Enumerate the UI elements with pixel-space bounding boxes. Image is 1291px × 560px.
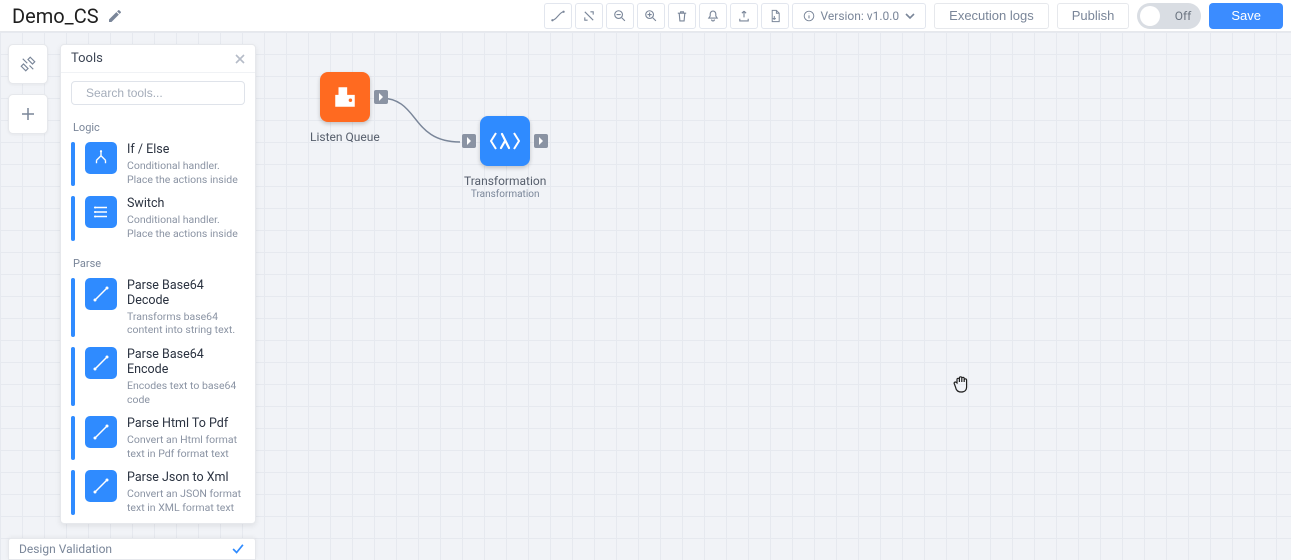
toolbar-import-button[interactable]: [761, 3, 789, 29]
drag-handle[interactable]: [71, 142, 75, 186]
node-transformation-out-port[interactable]: [534, 134, 548, 148]
tool-desc: Convert an JSON format text in XML forma…: [127, 487, 245, 514]
import-icon: [768, 9, 782, 23]
chevron-down-icon: [905, 11, 915, 21]
tool-item-json-to-xml[interactable]: Parse Json to Xml Convert an JSON format…: [71, 468, 245, 522]
node-transformation-box[interactable]: [480, 116, 530, 166]
tools-icon: [19, 55, 37, 73]
toolbar-delete-button[interactable]: [668, 3, 696, 29]
tool-title: Switch: [127, 196, 245, 211]
tool-title: Parse Json to Xml: [127, 470, 245, 485]
drag-handle[interactable]: [71, 196, 75, 240]
tool-title: Parse Base64 Decode: [127, 278, 245, 308]
group-label-parse: Parse: [73, 257, 245, 270]
toolbar-curve-button[interactable]: [544, 3, 572, 29]
save-button[interactable]: Save: [1209, 3, 1283, 29]
drag-handle[interactable]: [71, 470, 75, 514]
zoom-in-icon: [644, 9, 658, 23]
execution-logs-button[interactable]: Execution logs: [934, 3, 1049, 29]
tool-desc: Conditional handler. Place the actions i…: [127, 213, 245, 240]
zoom-out-icon: [613, 9, 627, 23]
toolbar-export-button[interactable]: [730, 3, 758, 29]
tool-desc: Transforms base64 content into string te…: [127, 310, 245, 337]
tools-search[interactable]: [71, 81, 245, 105]
save-label: Save: [1231, 8, 1261, 23]
chevron-right-icon: [377, 93, 385, 101]
tool-item-base64-decode[interactable]: Parse Base64 Decode Transforms base64 co…: [71, 276, 245, 345]
tool-item-if-else[interactable]: If / Else Conditional handler. Place the…: [71, 140, 245, 194]
trash-icon: [675, 9, 689, 23]
disconnect-icon: [582, 9, 596, 23]
drag-handle[interactable]: [71, 416, 75, 460]
tools-panel-close[interactable]: [235, 54, 245, 64]
parse-icon: [85, 416, 117, 448]
if-else-icon: [85, 142, 117, 174]
node-listen-queue-box[interactable]: [320, 72, 370, 122]
edit-icon: [107, 8, 123, 24]
publish-button[interactable]: Publish: [1057, 3, 1130, 29]
version-label: Version: v1.0.0: [821, 9, 900, 23]
export-icon: [737, 9, 751, 23]
tool-title: If / Else: [127, 142, 245, 157]
toolbar-zoom-out-button[interactable]: [606, 3, 634, 29]
tool-item-html-to-pdf[interactable]: Parse Html To Pdf Convert an Html format…: [71, 414, 245, 468]
node-transformation-label: Transformation: [464, 174, 546, 188]
info-icon: [803, 10, 815, 22]
toolbar-zoom-in-button[interactable]: [637, 3, 665, 29]
toggle-knob: [1140, 6, 1160, 26]
toolbar-bell-button[interactable]: [699, 3, 727, 29]
rabbitmq-icon: [332, 84, 358, 110]
tools-list[interactable]: Logic If / Else Conditional handler. Pla…: [61, 113, 255, 523]
node-transformation[interactable]: Transformation Transformation: [464, 116, 546, 200]
tool-title: Parse Html To Pdf: [127, 416, 245, 431]
bell-icon: [706, 9, 720, 23]
node-transformation-sublabel: Transformation: [471, 189, 540, 200]
tool-desc: Encodes text to base64 code: [127, 379, 245, 406]
check-icon: [231, 542, 245, 556]
chevron-right-icon: [465, 137, 473, 145]
tools-rail-button[interactable]: [8, 44, 48, 84]
publish-label: Publish: [1072, 8, 1115, 23]
parse-icon: [85, 347, 117, 379]
toggle-label: Off: [1175, 9, 1192, 23]
tools-search-input[interactable]: [86, 86, 241, 100]
parse-icon: [85, 278, 117, 310]
enable-toggle[interactable]: Off: [1137, 3, 1201, 29]
tool-item-base64-encode[interactable]: Parse Base64 Encode Encodes text to base…: [71, 345, 245, 414]
version-selector[interactable]: Version: v1.0.0: [792, 3, 927, 29]
topbar: Demo_CS Version: v1.0.0 Execution logs P…: [0, 0, 1291, 32]
tool-title: Parse Base64 Encode: [127, 347, 245, 377]
execution-logs-label: Execution logs: [949, 8, 1034, 23]
add-rail-button[interactable]: [8, 94, 48, 134]
parse-icon: [85, 470, 117, 502]
workflow-title: Demo_CS: [8, 4, 99, 28]
edit-title-button[interactable]: [107, 8, 123, 24]
drag-handle[interactable]: [71, 278, 75, 337]
node-transformation-in-port[interactable]: [462, 134, 476, 148]
left-rail: [8, 44, 48, 134]
node-listen-queue-out-port[interactable]: [374, 90, 388, 104]
edge-listen-to-transform: [370, 94, 470, 184]
drag-handle[interactable]: [71, 347, 75, 406]
group-label-logic: Logic: [73, 121, 245, 134]
tool-desc: Convert an Html format text in Pdf forma…: [127, 433, 245, 460]
toolbar-disconnect-button[interactable]: [575, 3, 603, 29]
tools-panel: Tools Logic If / Else Conditional handle…: [60, 44, 256, 524]
close-icon: [235, 54, 245, 64]
tools-panel-title: Tools: [71, 51, 103, 66]
node-listen-queue[interactable]: Listen Queue: [310, 72, 380, 144]
lambda-icon: [490, 131, 520, 151]
design-validation-label: Design Validation: [19, 542, 112, 556]
node-listen-queue-label: Listen Queue: [310, 130, 380, 144]
tool-item-switch[interactable]: Switch Conditional handler. Place the ac…: [71, 194, 245, 248]
switch-icon: [85, 196, 117, 228]
curve-icon: [551, 9, 565, 23]
chevron-right-icon: [537, 137, 545, 145]
plus-icon: [19, 105, 37, 123]
design-validation-bar[interactable]: Design Validation: [8, 538, 256, 560]
hand-cursor-icon: [953, 374, 971, 394]
tool-desc: Conditional handler. Place the actions i…: [127, 159, 245, 186]
